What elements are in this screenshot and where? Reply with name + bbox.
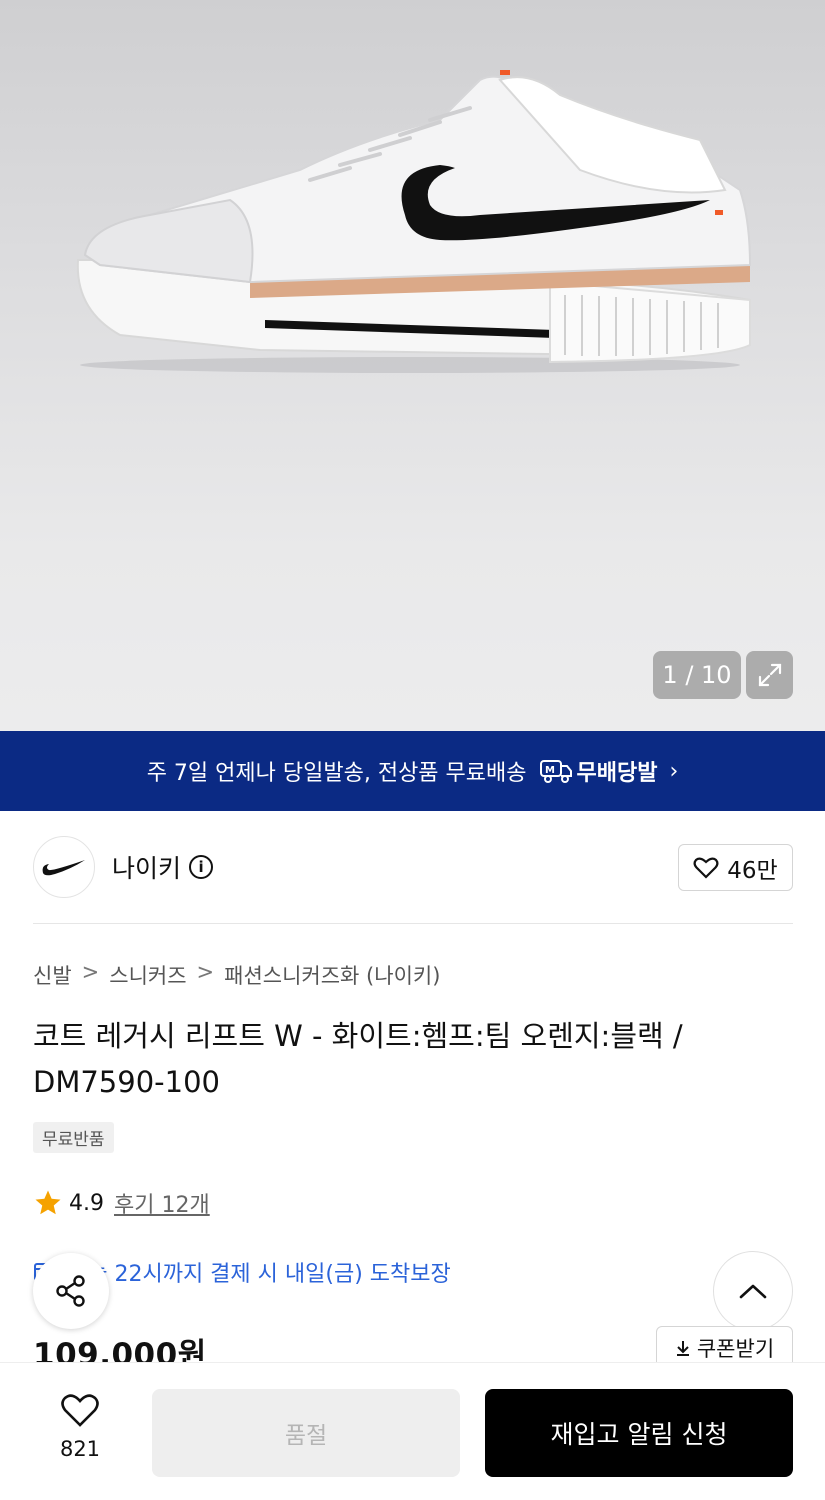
info-icon[interactable]: i	[189, 855, 214, 879]
free-return-badge: 무료반품	[33, 1122, 114, 1153]
rating-score: 4.9	[69, 1190, 104, 1216]
chevron-right-icon: ›	[669, 758, 679, 784]
breadcrumb-item[interactable]: 스니커즈	[109, 960, 186, 990]
wishlist-count: 821	[59, 1437, 101, 1461]
delivery-promo-banner[interactable]: 주 7일 언제나 당일발송, 전상품 무료배송 M 무배당발 ›	[0, 731, 825, 811]
delivery-text: 오늘 22시까지 결제 시 내일(금) 도착보장	[67, 1262, 451, 1287]
breadcrumb-item[interactable]: 신발	[33, 960, 72, 990]
rating-row: 4.9 후기 12개	[33, 1187, 210, 1219]
bottom-action-bar: 821 품절 재입고 알림 신청	[0, 1362, 825, 1500]
brand-name-row[interactable]: 나이키 i	[112, 849, 214, 885]
divider	[33, 923, 793, 924]
breadcrumb-separator: >	[196, 960, 215, 984]
heart-icon	[61, 1394, 99, 1427]
banner-brand: M 무배당발	[539, 755, 658, 787]
soldout-button: 품절	[152, 1389, 460, 1477]
breadcrumb-item[interactable]: 패션스니커즈화 (나이키)	[224, 960, 440, 990]
coupon-label: 쿠폰받기	[696, 1337, 775, 1361]
star-icon	[35, 1190, 61, 1215]
breadcrumb-separator: >	[81, 960, 100, 984]
wishlist-button[interactable]: 821	[40, 1393, 120, 1461]
brand-like-count: 46만	[727, 857, 778, 884]
svg-text:M: M	[545, 765, 555, 776]
share-icon	[56, 1275, 85, 1307]
scroll-top-button[interactable]	[713, 1251, 793, 1331]
product-title: 코트 레거시 리프트 W - 화이트:헴프:팀 오렌지:블랙 / DM7590-…	[33, 1019, 683, 1099]
download-icon	[676, 1341, 689, 1356]
chevron-up-icon	[739, 1284, 767, 1299]
nike-swoosh-icon	[42, 860, 85, 876]
brand-logo[interactable]	[33, 836, 95, 898]
brand-name[interactable]: 나이키	[112, 849, 181, 885]
sneaker-illustration	[76, 70, 752, 373]
breadcrumb: 신발 > 스니커즈 > 패션스니커즈화 (나이키)	[33, 960, 440, 990]
product-image[interactable]: 1 / 10	[0, 0, 825, 731]
review-count-link[interactable]: 후기 12개	[114, 1187, 210, 1219]
heart-icon	[693, 857, 719, 879]
share-button[interactable]	[33, 1253, 109, 1329]
banner-text: 주 7일 언제나 당일발송, 전상품 무료배송	[146, 761, 527, 786]
restock-alert-button[interactable]: 재입고 알림 신청	[485, 1389, 793, 1477]
brand-like-button[interactable]: 46만	[678, 844, 793, 891]
image-counter: 1 / 10	[653, 651, 741, 699]
expand-icon[interactable]	[746, 651, 793, 699]
banner-brand-label: 무배당발	[576, 761, 658, 786]
delivery-truck-icon: M	[539, 760, 572, 783]
